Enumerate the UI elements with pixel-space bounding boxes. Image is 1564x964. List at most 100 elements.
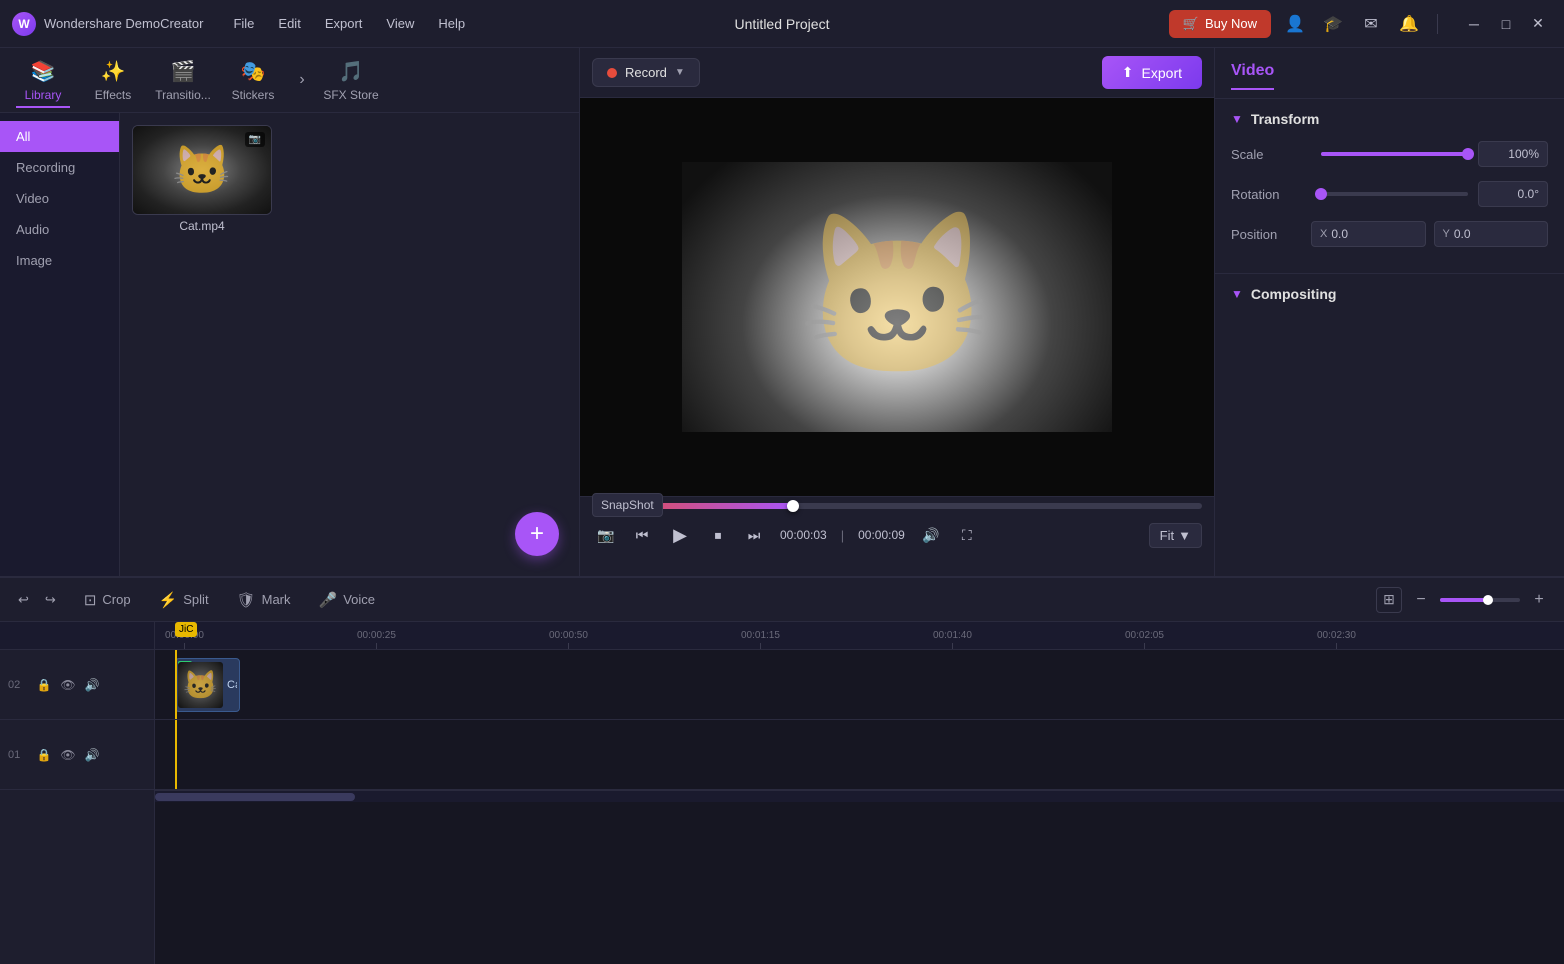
- export-icon: ⬆: [1122, 64, 1134, 81]
- tab-sfx-label: SFX Store: [323, 88, 378, 102]
- tab-stickers[interactable]: 🎭 Stickers: [218, 52, 288, 108]
- scale-value[interactable]: 100%: [1478, 141, 1548, 167]
- buy-now-button[interactable]: 🛒 Buy Now: [1169, 10, 1271, 38]
- zoom-slider[interactable]: [1440, 598, 1520, 602]
- list-item[interactable]: ▶ Cat.m: [175, 658, 240, 712]
- list-item[interactable]: 📷 Cat.mp4: [132, 125, 272, 237]
- fit-dropdown-button[interactable]: Fit ▼: [1149, 523, 1202, 548]
- snapshot-button[interactable]: 📷: [592, 521, 620, 549]
- track-audio-button-02[interactable]: 🔊: [82, 675, 102, 695]
- compositing-section-header[interactable]: ▼ Compositing: [1231, 286, 1548, 302]
- position-x-input[interactable]: X 0.0: [1311, 221, 1426, 247]
- fit-label: Fit: [1160, 528, 1174, 543]
- track-lane-01: [155, 720, 1564, 790]
- mark-icon: 🛡: [237, 591, 256, 609]
- time-current: 00:00:03: [780, 528, 827, 542]
- track-lock-button-01[interactable]: 🔒: [34, 745, 54, 765]
- record-button[interactable]: Record ▼: [592, 58, 700, 87]
- crop-tool[interactable]: ⊡ Crop: [78, 587, 137, 613]
- logo-icon: W: [12, 12, 36, 36]
- record-label: Record: [625, 65, 667, 80]
- tab-stickers-label: Stickers: [232, 88, 275, 102]
- email-icon[interactable]: ✉: [1357, 10, 1385, 38]
- undo-button[interactable]: ↩: [12, 588, 35, 612]
- track-lock-button-02[interactable]: 🔒: [34, 675, 54, 695]
- tab-transitions[interactable]: 🎬 Transitio...: [148, 52, 218, 108]
- scale-slider-track: [1321, 152, 1468, 156]
- timeline-ruler: 00:00:00 00:00:25 00:00:50 00:01:15: [155, 622, 1564, 650]
- close-button[interactable]: ✕: [1524, 10, 1552, 38]
- scrollbar-thumb[interactable]: [155, 793, 355, 801]
- progress-bar[interactable]: [592, 503, 1202, 509]
- timeline-scrollbar[interactable]: [155, 790, 1564, 802]
- titlebar-right: 🛒 Buy Now 👤 🎓 ✉ 🔔 ─ □ ✕: [1169, 10, 1552, 38]
- learn-icon[interactable]: 🎓: [1319, 10, 1347, 38]
- zoom-out-button[interactable]: −: [1408, 587, 1434, 613]
- tab-sfx[interactable]: 🎵 SFX Store: [316, 52, 386, 108]
- video-icon: 📷: [245, 132, 265, 147]
- menu-export[interactable]: Export: [315, 12, 373, 35]
- track-lane-02: ▶ Cat.m: [155, 650, 1564, 720]
- fullscreen-button[interactable]: ⛶: [953, 521, 981, 549]
- ruler-label-2: 00:00:50: [549, 630, 588, 641]
- ruler-mark-2: 00:00:50: [549, 630, 588, 649]
- maximize-button[interactable]: □: [1492, 10, 1520, 38]
- crop-icon: ⊡: [84, 591, 97, 609]
- redo-button[interactable]: ↪: [39, 588, 62, 612]
- voice-icon: 🎤: [319, 591, 338, 609]
- mark-label: Mark: [262, 592, 291, 607]
- y-axis-label: Y: [1443, 228, 1450, 240]
- track-headers: 02 🔒 👁 🔊 01 🔒 👁 🔊: [0, 622, 155, 964]
- transform-section-header[interactable]: ▼ Transform: [1231, 111, 1548, 127]
- toolbar-more-button[interactable]: ›: [288, 66, 316, 94]
- tab-effects[interactable]: ✨ Effects: [78, 52, 148, 108]
- sidebar-item-image[interactable]: Image: [0, 245, 119, 276]
- rotation-value[interactable]: 0.0°: [1478, 181, 1548, 207]
- tab-library[interactable]: 📚 Library: [8, 52, 78, 108]
- position-y-value: 0.0: [1454, 227, 1471, 241]
- sidebar-item-audio[interactable]: Audio: [0, 214, 119, 245]
- rewind-button[interactable]: ⏮: [628, 521, 656, 549]
- separator: [1437, 14, 1438, 34]
- time-separator: |: [841, 528, 844, 543]
- voice-tool[interactable]: 🎤 Voice: [313, 587, 382, 613]
- mark-tool[interactable]: 🛡 Mark: [231, 587, 297, 613]
- menu-view[interactable]: View: [376, 12, 424, 35]
- sidebar-item-video[interactable]: Video: [0, 183, 119, 214]
- menu-file[interactable]: File: [223, 12, 264, 35]
- stop-button[interactable]: ⏹: [704, 521, 732, 549]
- volume-button[interactable]: 🔊: [917, 521, 945, 549]
- track-header-02: 02 🔒 👁 🔊: [0, 650, 154, 720]
- notification-icon[interactable]: 🔔: [1395, 10, 1423, 38]
- menu-help[interactable]: Help: [428, 12, 475, 35]
- track-audio-button-01[interactable]: 🔊: [82, 745, 102, 765]
- position-y-input[interactable]: Y 0.0: [1434, 221, 1549, 247]
- menu-edit[interactable]: Edit: [268, 12, 310, 35]
- track-header-01: 01 🔒 👁 🔊: [0, 720, 154, 790]
- sidebar-item-recording[interactable]: Recording: [0, 152, 119, 183]
- scale-slider-fill: [1321, 152, 1468, 156]
- voice-label: Voice: [343, 592, 375, 607]
- transform-section-title: Transform: [1251, 111, 1319, 127]
- account-icon[interactable]: 👤: [1281, 10, 1309, 38]
- snapshot-wrapper: 📷 SnapShot: [592, 521, 620, 549]
- sfx-icon: 🎵: [339, 59, 364, 84]
- ruler-label-6: 00:02:30: [1317, 630, 1356, 641]
- minimize-button[interactable]: ─: [1460, 10, 1488, 38]
- zoom-in-button[interactable]: +: [1526, 587, 1552, 613]
- step-forward-button[interactable]: ⏭: [740, 521, 768, 549]
- project-title: Untitled Project: [735, 16, 830, 32]
- rotation-slider-thumb[interactable]: [1315, 188, 1327, 200]
- fit-timeline-button[interactable]: ⊞: [1376, 587, 1402, 613]
- rotation-slider[interactable]: [1321, 192, 1468, 196]
- scale-slider[interactable]: [1321, 152, 1468, 156]
- add-media-button[interactable]: +: [515, 512, 559, 556]
- track-visibility-button-02[interactable]: 👁: [58, 675, 78, 695]
- play-button[interactable]: ▶: [664, 519, 696, 551]
- scale-slider-thumb[interactable]: [1462, 148, 1474, 160]
- split-tool[interactable]: ⚡ Split: [153, 587, 215, 613]
- ruler-tick-3: [760, 643, 761, 649]
- sidebar-item-all[interactable]: All: [0, 121, 119, 152]
- export-button[interactable]: ⬆ Export: [1102, 56, 1202, 89]
- track-visibility-button-01[interactable]: 👁: [58, 745, 78, 765]
